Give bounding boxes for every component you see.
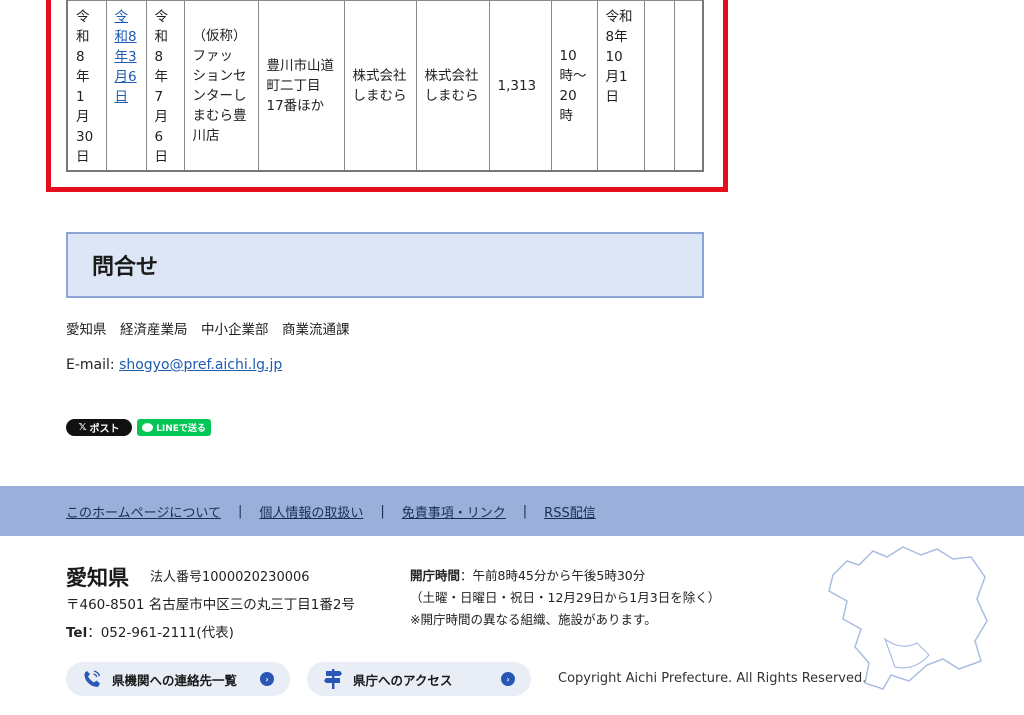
line-share-button[interactable]: LINEで送る bbox=[137, 419, 211, 436]
tel-label: Tel bbox=[66, 625, 88, 641]
divider: | bbox=[380, 503, 385, 519]
corporate-number: 法人番号1000020230006 bbox=[150, 570, 310, 585]
x-post-button[interactable]: 𝕏 ポスト bbox=[66, 419, 132, 436]
line-icon bbox=[142, 423, 154, 432]
table-cell: 令 和8 年3 月6 日 bbox=[105, 0, 147, 172]
department: 愛知県 経済産業局 中小企業部 商業流通課 bbox=[66, 322, 350, 338]
footer-link-privacy[interactable]: 個人情報の取扱い bbox=[259, 502, 363, 521]
email-line: E-mail: shogyo@pref.aichi.lg.jp bbox=[66, 357, 282, 373]
table-cell: （仮称） ファッ ションセ ンターし まむら豊 川店 bbox=[183, 0, 259, 172]
copyright: Copyright Aichi Prefecture. All Rights R… bbox=[558, 671, 867, 686]
store-table: 令 和 8 年1 月 30 日 令 和8 年3 月6 日 令 和8 年7 月6 … bbox=[66, 0, 704, 172]
email-label: E-mail: bbox=[66, 357, 120, 373]
footer-link-about[interactable]: このホームページについて bbox=[66, 502, 221, 521]
address: 〒460-8501 名古屋市中区三の丸三丁目1番2号 bbox=[66, 597, 355, 613]
hours-label: 開庁時間 bbox=[410, 568, 461, 583]
phone-icon bbox=[80, 667, 104, 691]
telephone: Tel：052-961-2111(代表) bbox=[66, 621, 234, 641]
table-cell: 株式会社 しまむら bbox=[415, 0, 490, 172]
email-link[interactable]: shogyo@pref.aichi.lg.jp bbox=[119, 357, 282, 373]
date-link[interactable]: 令 和8 年3 月6 日 bbox=[115, 9, 137, 105]
hours-note: （土曜・日曜日・祝日・12月29日から1月3日を除く） bbox=[410, 590, 721, 605]
contacts-list-label: 県機関への連絡先一覧 bbox=[112, 672, 238, 688]
office-hours: 開庁時間：午前8時45分から午後5時30分 （土曜・日曜日・祝日・12月29日か… bbox=[410, 565, 720, 631]
hours-text: ：午前8時45分から午後5時30分 bbox=[460, 568, 646, 583]
access-label: 県庁へのアクセス bbox=[353, 672, 453, 688]
pref-name: 愛知県 bbox=[66, 566, 129, 590]
contact-heading: 問合せ bbox=[92, 255, 159, 280]
access-button[interactable]: 県庁へのアクセス › bbox=[307, 662, 531, 696]
footer-links: このホームページについて | 個人情報の取扱い | 免責事項・リンク | RSS… bbox=[0, 486, 1024, 536]
divider: | bbox=[522, 503, 528, 519]
hours-note: ※開庁時間の異なる組織、施設があります。 bbox=[410, 612, 657, 627]
table-cell bbox=[673, 0, 704, 172]
line-share-label: LINEで送る bbox=[156, 424, 206, 434]
contacts-list-button[interactable]: 県機関への連絡先一覧 › bbox=[66, 662, 290, 696]
contact-heading-box: 問合せ bbox=[66, 232, 704, 298]
table-cell: 令 和 8 年1 月 30 日 bbox=[66, 0, 107, 172]
footer-link-disclaimer[interactable]: 免責事項・リンク bbox=[402, 502, 506, 521]
aichi-map-icon bbox=[828, 546, 988, 690]
table-cell: 10 時～ 20 時 bbox=[550, 0, 598, 172]
table-cell: 令 和8 年7 月6 日 bbox=[145, 0, 185, 172]
chevron-right-icon: › bbox=[501, 672, 515, 686]
table-cell: 令和 8年 10 月1 日 bbox=[596, 0, 645, 172]
table-cell: 株式会社 しまむら bbox=[343, 0, 417, 172]
x-icon: 𝕏 bbox=[78, 422, 87, 433]
footer-link-rss[interactable]: RSS配信 bbox=[544, 502, 596, 521]
tel-number: ：052-961-2111(代表) bbox=[87, 625, 234, 641]
x-post-label: ポスト bbox=[89, 424, 120, 435]
table-cell: 1,313 bbox=[488, 0, 552, 172]
table-row: 令 和 8 年1 月 30 日 令 和8 年3 月6 日 令 和8 年7 月6 … bbox=[66, 0, 704, 172]
table-cell bbox=[643, 0, 675, 172]
chevron-right-icon: › bbox=[260, 672, 274, 686]
table-cell: 豊川市山道 町二丁目 17番ほか bbox=[257, 0, 345, 172]
signpost-icon bbox=[321, 667, 345, 691]
divider: | bbox=[237, 503, 243, 519]
